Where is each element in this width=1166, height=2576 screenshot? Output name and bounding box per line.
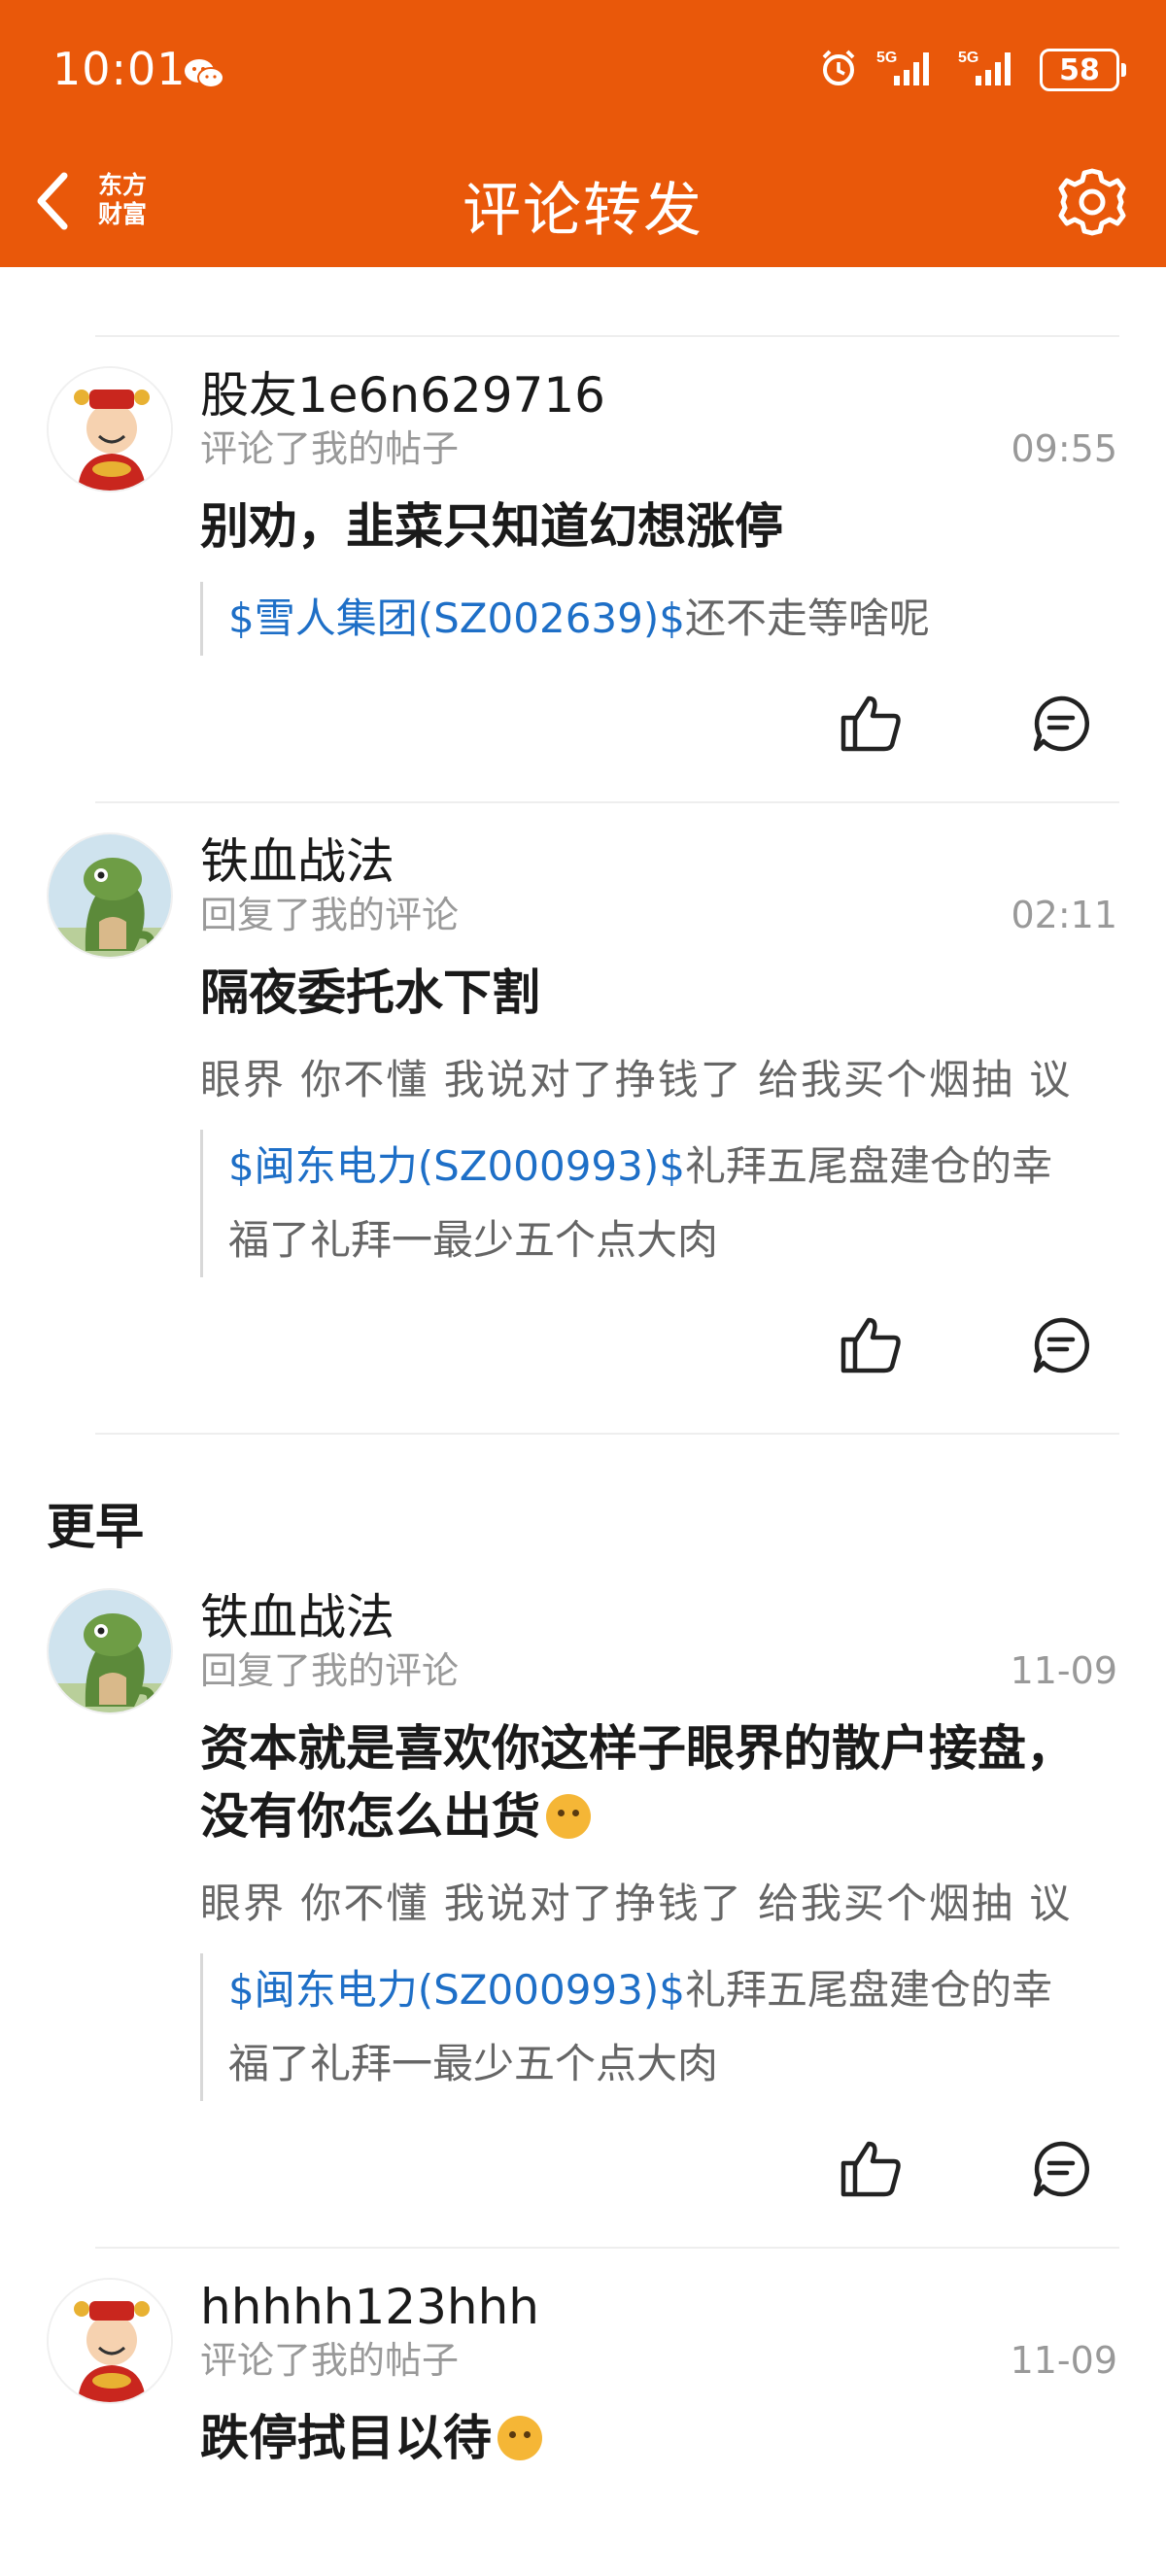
svg-text:5G: 5G [876,50,897,66]
quoted-post[interactable]: $闽东电力(SZ000993)$礼拜五尾盘建仓的幸 福了礼拜一最少五个点大肉 [200,1130,1117,1277]
meta-row: 评论了我的帖子 11-09 [200,2336,1117,2385]
action-text: 评论了我的帖子 [200,427,460,470]
stock-link[interactable]: $雪人集团(SZ002639)$ [228,594,685,642]
meta-row: 评论了我的帖子 09:55 [200,424,1117,473]
quote-text: 礼拜五尾盘建仓的幸 [684,1142,1052,1190]
reply-context: 眼界 你不懂 我说对了挣钱了 给我买个烟抽 议 [200,1056,1073,1103]
thumbs-up-icon [840,695,901,752]
username[interactable]: 铁血战法 [200,1588,1117,1646]
username[interactable]: 铁血战法 [200,832,1117,891]
settings-button[interactable] [1053,163,1131,241]
alarm-icon [818,48,859,92]
quoted-post[interactable]: $闽东电力(SZ000993)$礼拜五尾盘建仓的幸 福了礼拜一最少五个点大肉 [200,1953,1117,2101]
quoted-post[interactable]: $雪人集团(SZ002639)$还不走等啥呢 [200,582,1117,656]
comment-text: 隔夜委托水下割 [200,965,540,1021]
like-button[interactable] [834,687,908,761]
stock-link[interactable]: $闽东电力(SZ000993)$ [228,1966,685,2014]
action-text: 回复了我的评论 [200,1649,460,1692]
action-text: 评论了我的帖子 [200,2339,460,2382]
comment-icon [1033,2141,1089,2197]
nav-bar: 东方 财富 评论转发 [0,146,1166,267]
reply-button[interactable] [1024,1308,1098,1382]
status-bar: 10:01 5G 5G 58 [0,0,1166,146]
list-item[interactable]: 股友1e6n629716 评论了我的帖子 09:55 别劝，韭菜只知道幻想涨停 … [0,337,1166,782]
timestamp: 09:55 [1011,427,1117,470]
avatar[interactable] [47,2278,173,2404]
battery-indicator: 58 [1040,49,1126,91]
avatar[interactable] [47,832,173,959]
comment-text: 资本就是喜欢你这样子眼界的散户接盘， 没有你怎么出货 [200,1714,1117,1850]
reply-button[interactable] [1024,2132,1098,2206]
action-row [200,665,1117,782]
list-item[interactable]: 铁血战法 回复了我的评论 11-09 资本就是喜欢你这样子眼界的散户接盘， 没有… [0,1561,1166,2227]
timestamp: 11-09 [1010,1649,1117,1692]
notification-list: 股友1e6n629716 评论了我的帖子 09:55 别劝，韭菜只知道幻想涨停 … [0,267,1166,2576]
lizard-avatar-icon [49,834,171,957]
username[interactable]: hhhhh123hhh [200,2278,1117,2336]
list-item[interactable]: hhhhh123hhh 评论了我的帖子 11-09 跌停拭目以待 [0,2249,1166,2472]
reply-context: 眼界 你不懂 我说对了挣钱了 给我买个烟抽 议 [200,1880,1073,1927]
avatar[interactable] [47,1588,173,1714]
section-title-earlier: 更早 [47,1499,144,1555]
action-text: 回复了我的评论 [200,894,460,936]
status-time: 10:01 [52,43,187,95]
thumbs-up-icon [840,1317,901,1373]
previous-item-tail [0,267,1166,335]
meta-row: 回复了我的评论 11-09 [200,1646,1117,1695]
timestamp: 02:11 [1011,894,1117,936]
comment-line-1: 跌停拭目以待 [200,2410,492,2466]
thinking-emoji-icon [497,2416,542,2460]
app-header: 10:01 5G 5G 58 东方 财富 评论转发 [0,0,1166,267]
svg-text:5G: 5G [958,50,978,66]
signal-5g-icon-2: 5G [958,47,1022,93]
doge-emoji-icon [546,1794,591,1839]
comment-text: 别劝，韭菜只知道幻想涨停 [200,498,783,555]
action-row [200,1287,1117,1404]
timestamp: 11-09 [1010,2339,1117,2382]
divider [95,1433,1119,1435]
lizard-avatar-icon [49,1590,171,1712]
caishen-avatar-icon [49,2280,171,2402]
like-button[interactable] [834,1308,908,1382]
quote-text-cont: 福了礼拜一最少五个点大肉 [228,1216,719,1264]
stock-link[interactable]: $闽东电力(SZ000993)$ [228,1142,685,1190]
wechat-icon [183,56,225,95]
quote-text-cont: 福了礼拜一最少五个点大肉 [228,2040,719,2087]
comment-line-2: 没有你怎么出货 [200,1788,540,1845]
avatar[interactable] [47,366,173,492]
username[interactable]: 股友1e6n629716 [200,366,1117,424]
status-icons: 5G 5G 58 [818,47,1126,93]
comment-text: 跌停拭目以待 [200,2404,1117,2472]
comment-icon [1033,695,1089,752]
signal-5g-icon: 5G [876,47,941,93]
quote-text: 还不走等啥呢 [684,594,930,642]
gear-icon [1058,168,1126,236]
action-row [200,2111,1117,2227]
comment-line-1: 资本就是喜欢你这样子眼界的散户接盘， [200,1720,1075,1777]
page-title: 评论转发 [463,177,703,245]
like-button[interactable] [834,2132,908,2206]
comment-icon [1033,1317,1089,1373]
list-item[interactable]: 铁血战法 回复了我的评论 02:11 隔夜委托水下割 眼界 你不懂 我说对了挣钱… [0,803,1166,1404]
quote-text: 礼拜五尾盘建仓的幸 [684,1966,1052,2014]
thumbs-up-icon [840,2141,901,2197]
caishen-avatar-icon [49,368,171,491]
meta-row: 回复了我的评论 02:11 [200,891,1117,939]
reply-button[interactable] [1024,687,1098,761]
